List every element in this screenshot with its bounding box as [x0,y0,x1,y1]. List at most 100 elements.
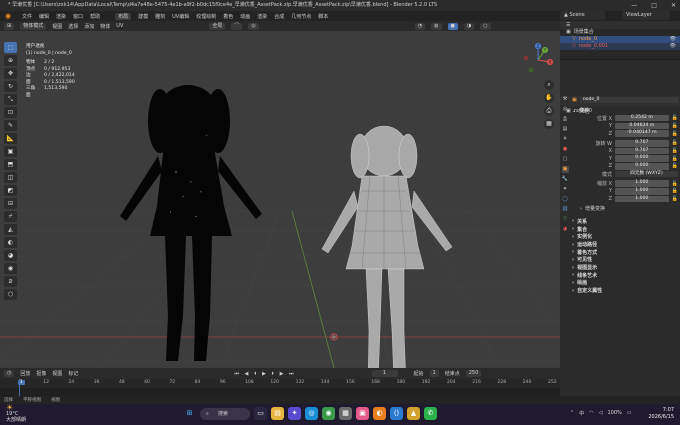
object-name-field[interactable]: node_0 [579,96,678,104]
visibility-icon[interactable]: 👁 [670,36,676,43]
section-viewport-display[interactable]: › 视图显示 [572,264,678,272]
section-collections[interactable]: › 集合 [572,225,678,233]
task-view-icon[interactable]: ▭ [254,407,267,420]
scale-x-field[interactable]: 1.000 [615,180,669,187]
grid-ortho-icon[interactable]: ▦ [544,119,554,129]
lock-icon[interactable]: 🔓 [672,140,678,146]
menu-render[interactable]: 渲染 [56,13,66,20]
zoom-icon[interactable]: ⌕ [544,80,554,90]
add-cube-tool-icon[interactable]: ▣ [4,146,17,157]
3d-viewport[interactable] [0,31,560,368]
lock-icon[interactable]: 🔓 [672,148,678,154]
rotation-w-field[interactable]: 0.707 [615,140,669,147]
vscode-icon[interactable]: ⟨⟩ [390,407,403,420]
taskbar-search[interactable]: ⌕ 搜索 [200,407,250,420]
view-layer-selector[interactable]: ViewLayer [622,11,670,20]
bilibili-icon[interactable]: ▣ [356,407,369,420]
weather-widget[interactable]: ☀ 19°C 大部晴朗 [6,404,26,424]
menu-add[interactable]: 添加 [84,23,94,30]
timeline-view-menu[interactable]: 视图 [52,370,62,377]
loop-cut-tool-icon[interactable]: ⊟ [4,198,17,209]
camera-view-icon[interactable]: ⎙ [544,106,554,116]
shear-tool-icon[interactable]: ⧄ [4,276,17,287]
volume-icon[interactable]: ◁ [599,410,603,417]
playback-controls[interactable]: ⏮ ◀ ⏴ ▶ ⏵ ▶ ⏭ [234,371,295,377]
object-props-icon[interactable]: ▣ [561,166,569,173]
section-paint[interactable]: › 绘画 [572,279,678,287]
app-icon[interactable]: ▲ [407,407,420,420]
menu-help[interactable]: 帮助 [90,13,100,20]
section-visibility[interactable]: › 可见性 [572,256,678,264]
knife-tool-icon[interactable]: ⌿ [4,211,17,222]
data-props-icon[interactable]: ▽ [562,216,569,223]
collection-props-icon[interactable]: ▢ [562,156,569,163]
poly-build-tool-icon[interactable]: ◭ [4,224,17,235]
playhead[interactable] [19,379,25,396]
lock-icon[interactable]: 🔓 [672,196,678,202]
annotate-tool-icon[interactable]: ✎ [4,120,17,131]
app-icon[interactable]: ▦ [339,407,352,420]
smooth-tool-icon[interactable]: ◕ [4,250,17,261]
world-props-icon[interactable]: ● [562,146,569,153]
outliner-item[interactable]: ▽ node_0 👁 [560,36,680,43]
menu-view[interactable]: 视图 [52,23,62,30]
wechat-icon[interactable]: ✆ [424,407,437,420]
timeline-marker-menu[interactable]: 标记 [68,370,78,377]
ime-indicator[interactable]: 中 [579,410,584,417]
snap-toggle[interactable]: ⌒ [231,22,243,30]
physics-props-icon[interactable]: ◯ [562,196,569,203]
tab-layout[interactable]: 布局 [115,12,132,20]
end-frame-field[interactable]: 250 [465,370,482,377]
mode-selector[interactable]: 物体模式 [20,22,47,30]
timeline-track[interactable] [0,379,560,396]
tab-scripting[interactable]: 脚本 [318,13,328,20]
scale-tool-icon[interactable]: ⤡ [4,94,17,105]
battery-level[interactable]: 100% [607,410,621,417]
scene-props-icon[interactable]: ⚘ [562,136,569,143]
lock-icon[interactable]: 🔓 [672,156,678,162]
shrink-tool-icon[interactable]: ◉ [4,263,17,274]
blender-logo-icon[interactable]: ◉ [5,12,11,20]
wifi-icon[interactable]: ◠ [589,410,593,417]
extrude-tool-icon[interactable]: ⬒ [4,159,17,170]
lock-icon[interactable]: 🔓 [672,188,678,194]
scale-y-field[interactable]: 1.000 [615,188,669,195]
rotation-mode-select[interactable]: 四元数 (WXYZ) [615,170,678,178]
lock-icon[interactable]: 🔓 [672,123,678,129]
menu-object[interactable]: 物体 [100,23,110,30]
chrome-icon[interactable]: ◉ [322,407,335,420]
delta-transform-header[interactable]: › 增量变换 [572,205,678,213]
scale-z-field[interactable]: 1.000 [615,195,669,203]
uv-menu[interactable]: UV [116,23,123,29]
battery-icon[interactable]: ▭ [627,410,632,417]
tab-geometry-nodes[interactable]: 几何节点 [291,13,311,20]
lock-icon[interactable]: 🔓 [672,115,678,121]
menu-window[interactable]: 窗口 [73,13,83,20]
rotation-y-field[interactable]: 0.000 [615,155,669,162]
timeline-keying-menu[interactable]: 抠像 [36,370,46,377]
location-z-field[interactable]: -0.040147 m [615,130,669,137]
timeline-playback-menu[interactable]: 回放 [20,370,30,377]
current-frame-field[interactable]: 1 [371,370,398,377]
tray-chevron-icon[interactable]: ⌃ [570,410,574,417]
scene-selector[interactable]: ▲ Scene [560,11,605,20]
section-instancing[interactable]: › 实例化 [572,233,678,241]
tool-props-icon[interactable]: ⚒ [562,96,569,103]
measure-tool-icon[interactable]: 📐 [4,133,17,144]
overlay-toggle[interactable]: ◔ [414,22,426,30]
transform-orientation[interactable]: 全局 [209,22,226,30]
edge-icon[interactable]: ◎ [305,407,318,420]
constraints-props-icon[interactable]: ⛓ [562,206,569,213]
tab-shading[interactable]: 着色 [223,13,233,20]
minimize-button[interactable]: — [631,2,637,9]
output-props-icon[interactable]: ⎙ [562,116,569,123]
visibility-icon[interactable]: 👁 [670,43,676,50]
filter-icon[interactable]: ☰ [566,22,570,29]
move-tool-icon[interactable]: ✥ [4,68,17,79]
menu-file[interactable]: 文件 [22,13,32,20]
shading-wireframe-button[interactable]: ◍ [431,22,442,30]
tab-compositing[interactable]: 合成 [274,13,284,20]
tab-uv-editing[interactable]: UV编辑 [172,13,189,20]
tab-animation[interactable]: 动画 [240,13,250,20]
menu-edit[interactable]: 编辑 [39,13,49,20]
